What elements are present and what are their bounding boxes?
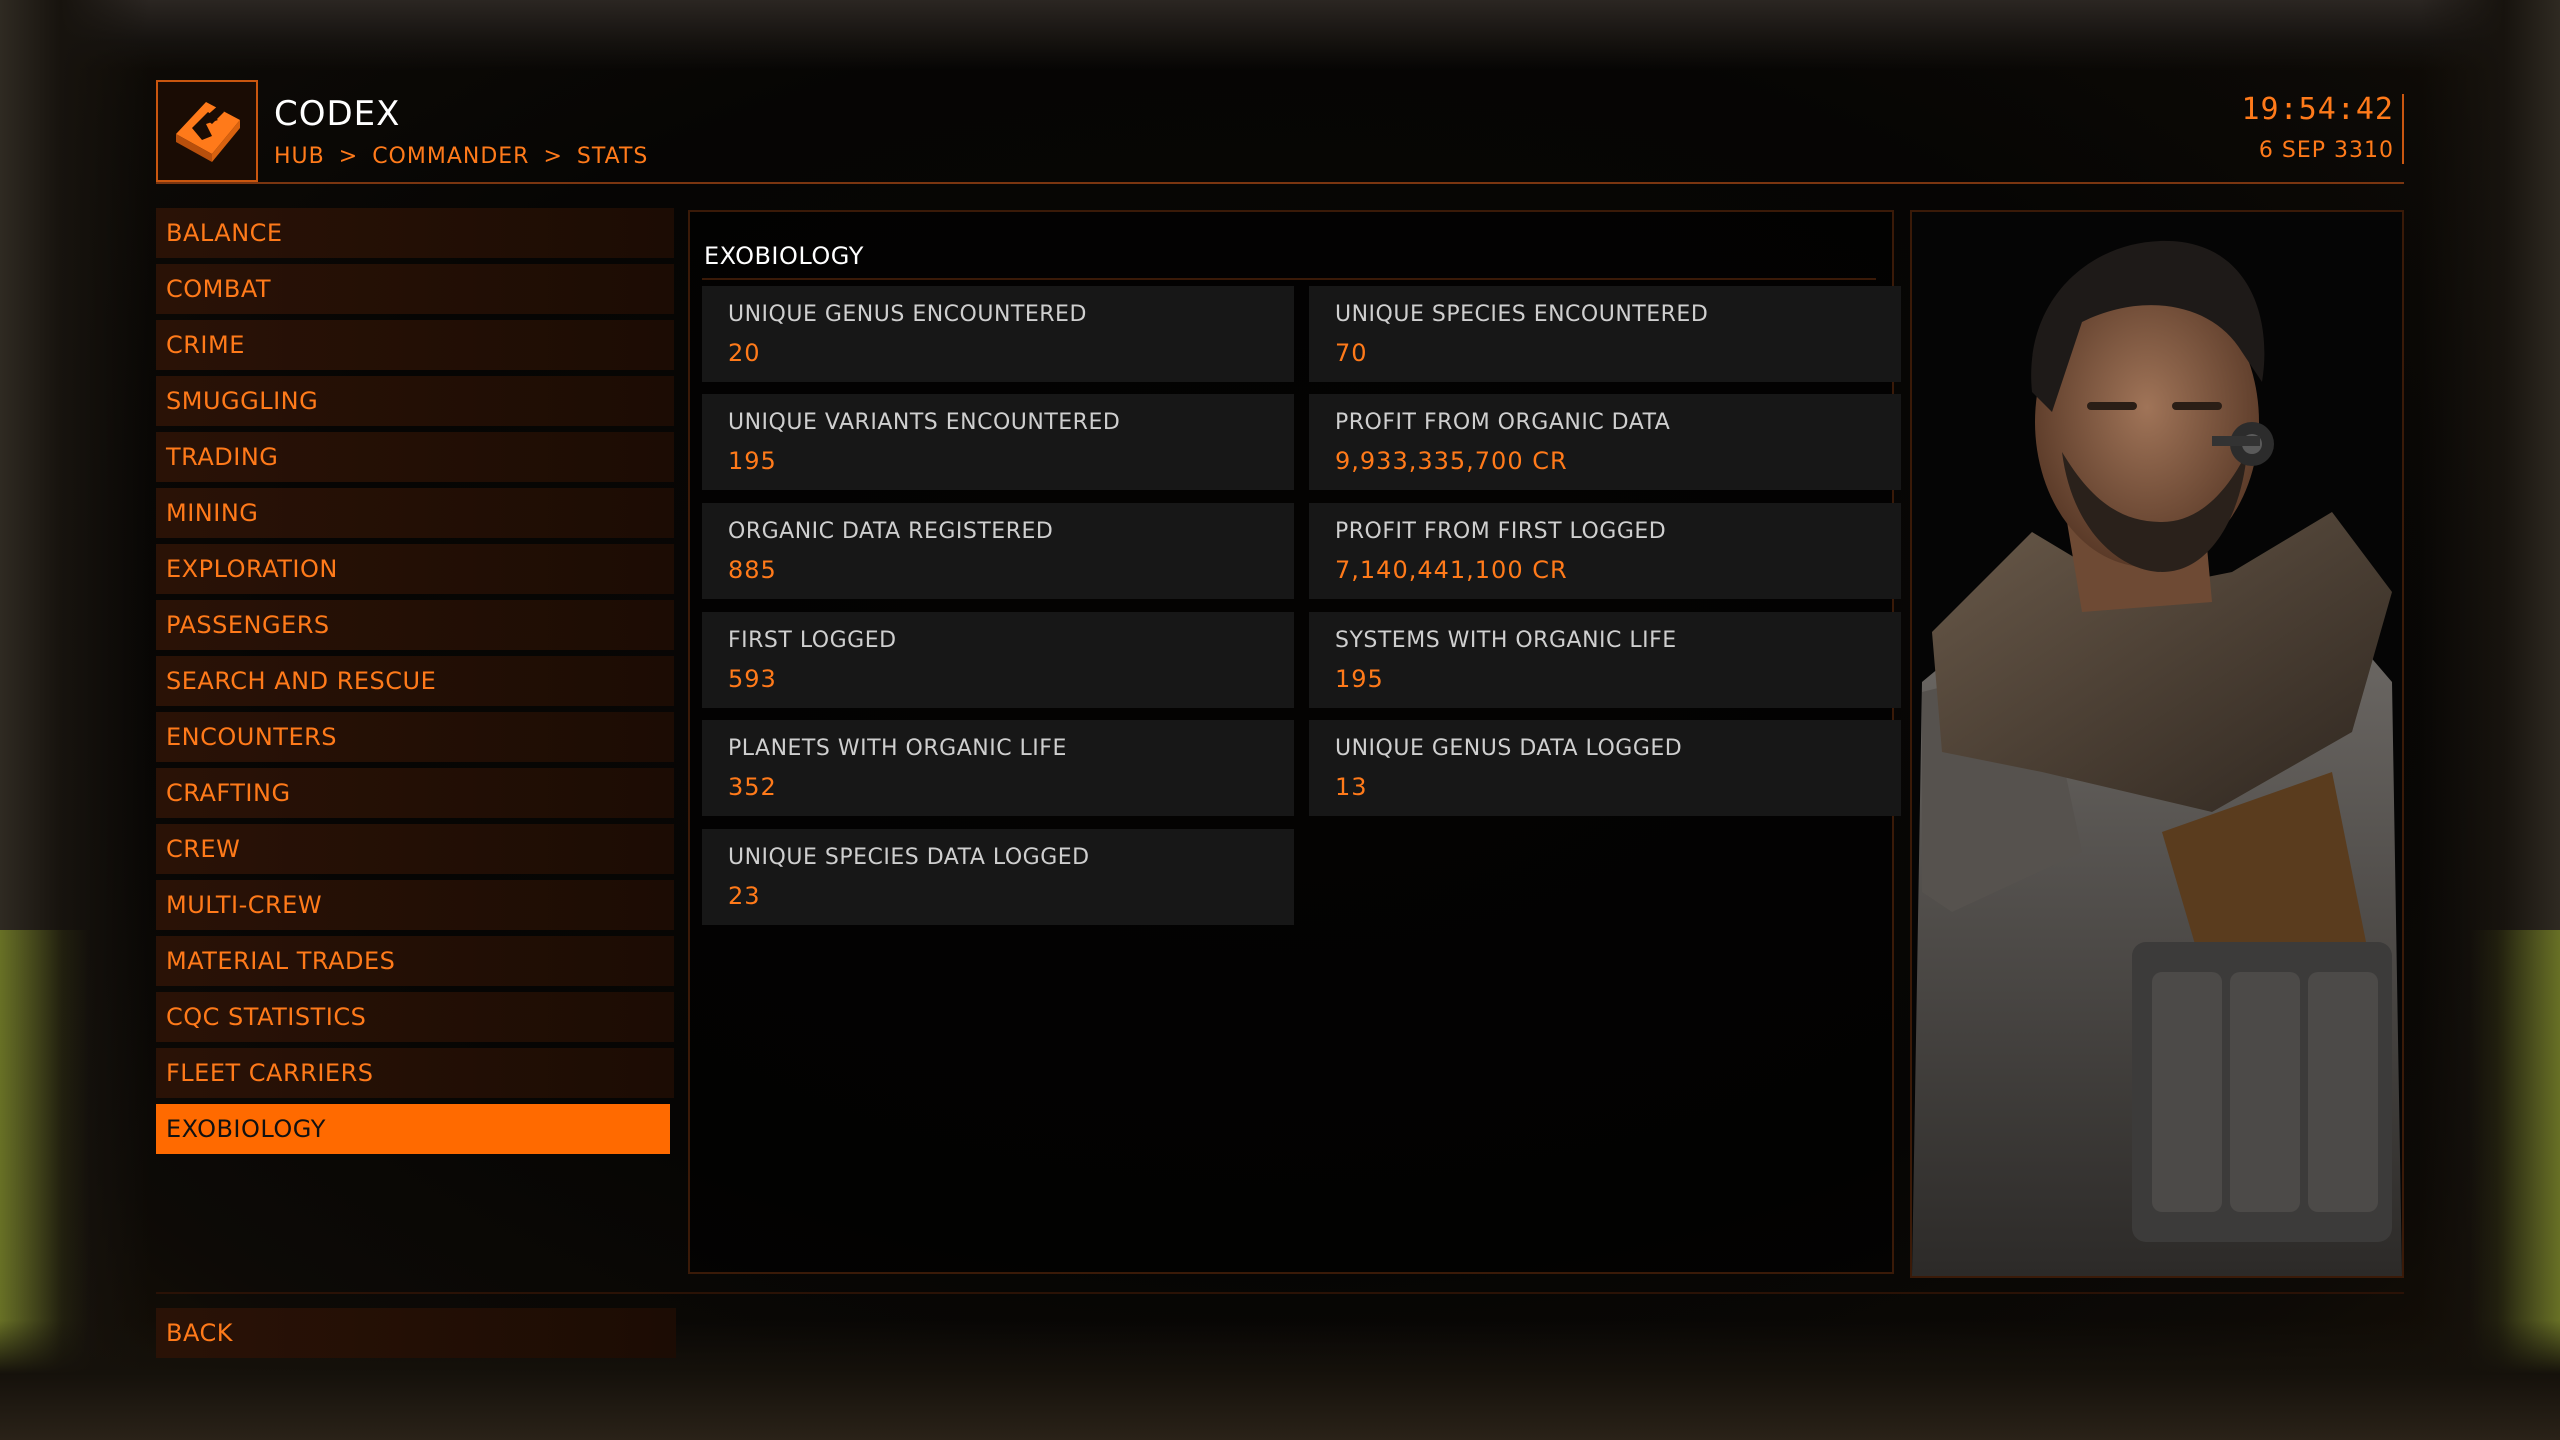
stat-label: PROFIT FROM ORGANIC DATA: [1335, 410, 1671, 435]
breadcrumb-separator: >: [543, 144, 563, 169]
sidebar-item-crafting[interactable]: CRAFTING: [156, 768, 674, 818]
stat-label: FIRST LOGGED: [728, 628, 897, 653]
commander-portrait: [1910, 210, 2404, 1278]
sidebar-item-material-trades[interactable]: MATERIAL TRADES: [156, 936, 674, 986]
cockpit-top-beam: [0, 0, 2560, 70]
sidebar-item-mining[interactable]: MINING: [156, 488, 674, 538]
sidebar-item-combat[interactable]: COMBAT: [156, 264, 674, 314]
stat-planets-with-organic-life: PLANETS WITH ORGANIC LIFE 352: [702, 720, 1294, 816]
cockpit-left-light: [0, 930, 90, 1390]
cockpit-right-light: [2470, 930, 2560, 1390]
sidebar-item-crime[interactable]: CRIME: [156, 320, 674, 370]
sidebar-item-multi-crew[interactable]: MULTI-CREW: [156, 880, 674, 930]
breadcrumb-hub[interactable]: HUB: [274, 144, 325, 169]
footer-divider: [156, 1292, 2404, 1294]
breadcrumb-separator: >: [338, 144, 359, 169]
stat-profit-from-organic-data: PROFIT FROM ORGANIC DATA 9,933,335,700 C…: [1309, 394, 1901, 490]
sidebar-item-exobiology[interactable]: EXOBIOLOGY: [156, 1104, 670, 1154]
commander-portrait-image: [1912, 240, 2402, 1276]
breadcrumb-stats: STATS: [576, 144, 649, 169]
stat-label: UNIQUE SPECIES DATA LOGGED: [728, 845, 1090, 870]
stat-label: PLANETS WITH ORGANIC LIFE: [728, 736, 1067, 761]
sidebar-item-passengers[interactable]: PASSENGERS: [156, 600, 674, 650]
stat-value: 593: [728, 665, 777, 693]
stat-systems-with-organic-life: SYSTEMS WITH ORGANIC LIFE 195: [1309, 612, 1901, 708]
stat-label: UNIQUE SPECIES ENCOUNTERED: [1335, 302, 1709, 327]
stat-unique-genus-data-logged: UNIQUE GENUS DATA LOGGED 13: [1309, 720, 1901, 816]
stat-value: 7,140,441,100 CR: [1335, 556, 1568, 584]
sidebar-item-cqc-statistics[interactable]: CQC STATISTICS: [156, 992, 674, 1042]
sidebar-item-encounters[interactable]: ENCOUNTERS: [156, 712, 674, 762]
stat-value: 23: [728, 882, 761, 910]
stat-organic-data-registered: ORGANIC DATA REGISTERED 885: [702, 503, 1294, 599]
stat-profit-from-first-logged: PROFIT FROM FIRST LOGGED 7,140,441,100 C…: [1309, 503, 1901, 599]
stat-value: 352: [728, 773, 777, 801]
clock-date: 6 SEP 3310: [2258, 138, 2394, 163]
clock-divider: [2402, 94, 2404, 164]
sidebar-item-search-and-rescue[interactable]: SEARCH AND RESCUE: [156, 656, 674, 706]
sidebar-item-balance[interactable]: BALANCE: [156, 208, 674, 258]
clock-time: 19:54:42: [2241, 92, 2394, 127]
stat-unique-species-data-logged: UNIQUE SPECIES DATA LOGGED 23: [702, 829, 1294, 925]
codex-book-icon: [156, 80, 258, 182]
stat-label: PROFIT FROM FIRST LOGGED: [1335, 519, 1667, 544]
sidebar-item-fleet-carriers[interactable]: FLEET CARRIERS: [156, 1048, 674, 1098]
stat-value: 885: [728, 556, 777, 584]
stat-unique-variants-encountered: UNIQUE VARIANTS ENCOUNTERED 195: [702, 394, 1294, 490]
stat-label: SYSTEMS WITH ORGANIC LIFE: [1335, 628, 1677, 653]
stat-value: 9,933,335,700 CR: [1335, 447, 1568, 475]
section-title: EXOBIOLOGY: [704, 242, 864, 270]
stat-unique-species-encountered: UNIQUE SPECIES ENCOUNTERED 70: [1309, 286, 1901, 382]
sidebar-item-trading[interactable]: TRADING: [156, 432, 674, 482]
stat-value: 195: [1335, 665, 1384, 693]
page-header: CODEX HUB > COMMANDER > STATS 19:54:42 6…: [156, 80, 2404, 184]
stat-label: UNIQUE GENUS DATA LOGGED: [1335, 736, 1683, 761]
stat-label: ORGANIC DATA REGISTERED: [728, 519, 1054, 544]
stat-value: 195: [728, 447, 777, 475]
stats-category-list: BALANCE COMBAT CRIME SMUGGLING TRADING M…: [156, 208, 674, 1160]
stat-value: 70: [1335, 339, 1368, 367]
cockpit-left-strut: [0, 0, 150, 1440]
stat-value: 13: [1335, 773, 1368, 801]
cockpit-right-strut: [2420, 0, 2560, 1440]
section-divider: [702, 278, 1876, 280]
breadcrumb-commander[interactable]: COMMANDER: [372, 144, 529, 169]
back-button[interactable]: BACK: [156, 1308, 676, 1358]
page-title: CODEX: [274, 94, 401, 134]
stat-first-logged: FIRST LOGGED 593: [702, 612, 1294, 708]
sidebar-item-crew[interactable]: CREW: [156, 824, 674, 874]
sidebar-item-exploration[interactable]: EXPLORATION: [156, 544, 674, 594]
stat-unique-genus-encountered: UNIQUE GENUS ENCOUNTERED 20: [702, 286, 1294, 382]
stats-panel: EXOBIOLOGY UNIQUE GENUS ENCOUNTERED 20 U…: [688, 210, 1901, 1274]
stat-label: UNIQUE GENUS ENCOUNTERED: [728, 302, 1087, 327]
stat-value: 20: [728, 339, 761, 367]
breadcrumb: HUB > COMMANDER > STATS: [274, 144, 648, 169]
stat-label: UNIQUE VARIANTS ENCOUNTERED: [728, 410, 1121, 435]
sidebar-item-smuggling[interactable]: SMUGGLING: [156, 376, 674, 426]
